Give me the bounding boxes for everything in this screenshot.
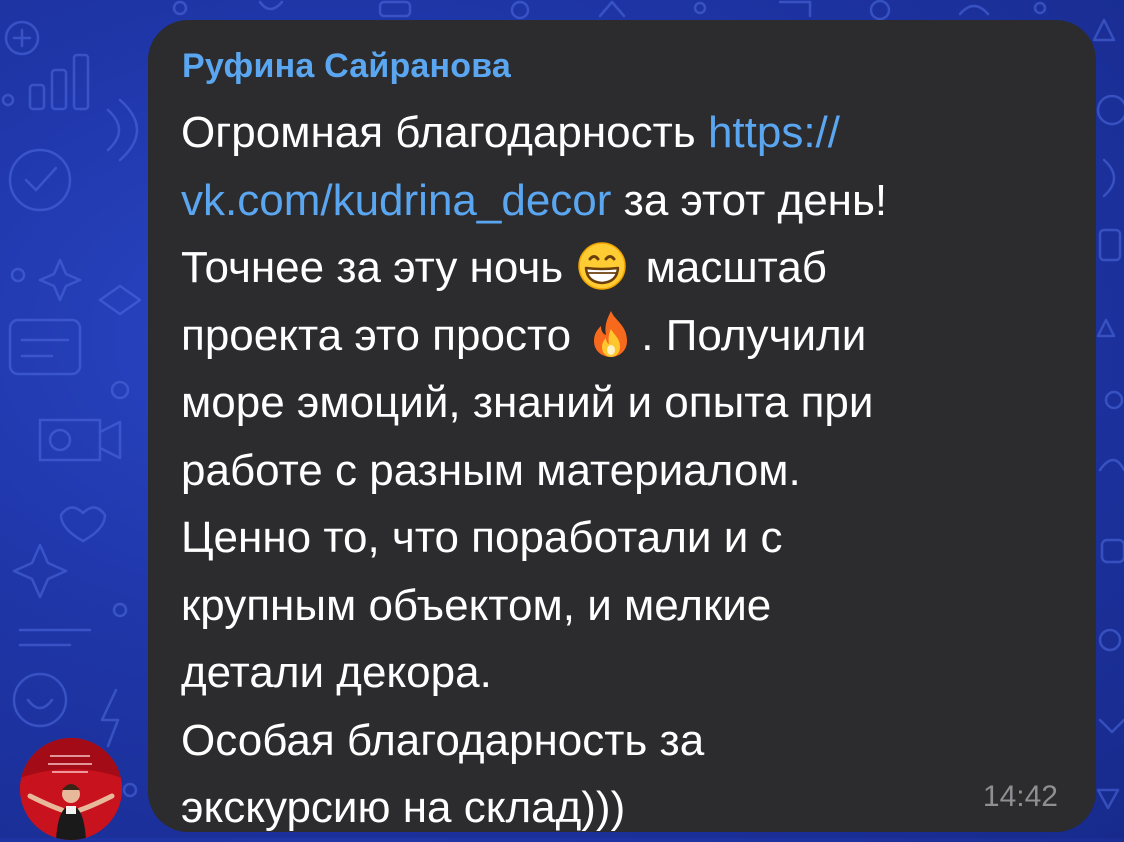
grinning-face-emoji <box>575 241 633 291</box>
message-line-3: Точнее за эту ночь масштаб <box>181 234 1061 302</box>
message-line-11: экскурсию на склад))) <box>181 783 626 832</box>
text-segment: Точнее за эту ночь <box>181 243 576 292</box>
sender-name[interactable]: Руфина Сайранова <box>182 47 511 86</box>
message-line-6: работе с разным материалом. <box>181 445 801 495</box>
message-line-7: Ценно то, что поработали и с <box>181 513 783 562</box>
text-segment: Огромная благодарность <box>181 108 708 157</box>
message-line-10: Особая благодарность за <box>181 715 705 765</box>
message-line-4: проекта это просто . Получили <box>181 302 1061 370</box>
text-segment: . Получили <box>641 310 867 360</box>
avatar-photo-icon <box>20 738 122 840</box>
message-time: 14:42 <box>982 780 1058 813</box>
message-line-8: крупным объектом, и мелкие <box>181 580 772 630</box>
text-segment: проекта это просто <box>181 310 584 360</box>
message-link[interactable]: https:// <box>708 108 840 157</box>
message-text: Огромная благодарность https:// vk.com/k… <box>181 99 1061 842</box>
message-link[interactable]: vk.com/kudrina_decor <box>181 176 611 225</box>
sender-avatar[interactable] <box>20 738 122 840</box>
message-bubble[interactable]: Руфина Сайранова Огромная благодарность … <box>148 20 1096 832</box>
message-line-1: Огромная благодарность https:// <box>181 99 1061 167</box>
message-line-9: детали декора. <box>181 648 492 697</box>
message-line-2: vk.com/kudrina_decor за этот день! <box>181 167 1061 235</box>
message-line-5: море эмоций, знаний и опыта при <box>181 378 874 427</box>
text-segment: за этот день! <box>611 175 888 225</box>
fire-emoji <box>583 309 641 359</box>
text-segment: масштаб <box>633 243 828 292</box>
